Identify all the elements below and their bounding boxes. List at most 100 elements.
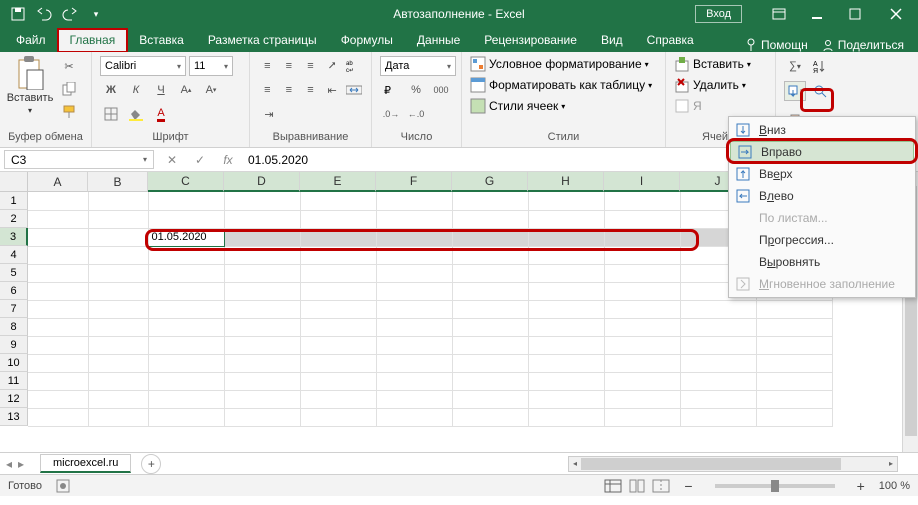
- currency-icon[interactable]: ₽: [380, 80, 402, 100]
- cell[interactable]: [224, 282, 300, 300]
- conditional-format-button[interactable]: Условное форматирование▾: [470, 56, 657, 72]
- tab-formulas[interactable]: Формулы: [329, 29, 405, 52]
- font-size-combo[interactable]: 11▾: [189, 56, 233, 76]
- cell[interactable]: [680, 300, 756, 318]
- cell[interactable]: [88, 282, 148, 300]
- cell[interactable]: [756, 318, 832, 336]
- cell[interactable]: [224, 192, 300, 210]
- cell[interactable]: [28, 264, 88, 282]
- cell[interactable]: [88, 318, 148, 336]
- cell[interactable]: [28, 282, 88, 300]
- save-icon[interactable]: [6, 2, 30, 26]
- format-painter-icon[interactable]: [58, 102, 80, 122]
- name-box[interactable]: C3▾: [4, 150, 154, 169]
- cell[interactable]: [224, 246, 300, 264]
- cell[interactable]: [300, 246, 376, 264]
- row-header[interactable]: 7: [0, 300, 28, 318]
- cell[interactable]: [376, 300, 452, 318]
- redo-icon[interactable]: [58, 2, 82, 26]
- cell[interactable]: [604, 210, 680, 228]
- cell[interactable]: [28, 318, 88, 336]
- row-header[interactable]: 10: [0, 354, 28, 372]
- cell[interactable]: [224, 264, 300, 282]
- cell[interactable]: [88, 354, 148, 372]
- cell[interactable]: [300, 318, 376, 336]
- decrease-decimal-icon[interactable]: ←.0: [405, 104, 427, 124]
- cell[interactable]: [680, 372, 756, 390]
- cell[interactable]: [604, 228, 680, 246]
- cell[interactable]: [148, 246, 224, 264]
- cell[interactable]: [376, 264, 452, 282]
- cell[interactable]: [88, 390, 148, 408]
- sort-filter-icon[interactable]: АЯ: [809, 56, 831, 76]
- row-header[interactable]: 2: [0, 210, 28, 228]
- cell[interactable]: [28, 372, 88, 390]
- cell-styles-button[interactable]: Стили ячеек▾: [470, 98, 657, 114]
- page-layout-view-icon[interactable]: [628, 479, 646, 493]
- bold-button[interactable]: Ж: [100, 80, 122, 100]
- column-header[interactable]: E: [300, 172, 376, 192]
- merge-icon[interactable]: [344, 80, 363, 100]
- format-table-button[interactable]: Форматировать как таблицу▾: [470, 77, 657, 93]
- cell[interactable]: [376, 372, 452, 390]
- cell[interactable]: [88, 228, 148, 246]
- cell[interactable]: [148, 210, 224, 228]
- cell[interactable]: [604, 372, 680, 390]
- cell[interactable]: [28, 390, 88, 408]
- cell[interactable]: [452, 372, 528, 390]
- cell[interactable]: [376, 246, 452, 264]
- row-header[interactable]: 1: [0, 192, 28, 210]
- cell[interactable]: [376, 318, 452, 336]
- row-header[interactable]: 11: [0, 372, 28, 390]
- cell[interactable]: [680, 318, 756, 336]
- cell[interactable]: [452, 282, 528, 300]
- cell[interactable]: [224, 390, 300, 408]
- tab-review[interactable]: Рецензирование: [472, 29, 589, 52]
- cell[interactable]: [528, 246, 604, 264]
- format-cells-button[interactable]: Я: [674, 98, 767, 114]
- borders-icon[interactable]: [100, 104, 122, 124]
- cell[interactable]: [88, 246, 148, 264]
- zoom-slider[interactable]: [715, 484, 835, 488]
- fill-up-item[interactable]: Вверх: [729, 163, 915, 185]
- cell[interactable]: [756, 336, 832, 354]
- cell[interactable]: [756, 354, 832, 372]
- cell[interactable]: [148, 300, 224, 318]
- cell[interactable]: [148, 390, 224, 408]
- cell[interactable]: [452, 246, 528, 264]
- cell[interactable]: [376, 282, 452, 300]
- cell[interactable]: [452, 210, 528, 228]
- qat-customize-icon[interactable]: ▾: [84, 2, 108, 26]
- cell[interactable]: [528, 390, 604, 408]
- cell[interactable]: [88, 210, 148, 228]
- undo-icon[interactable]: [32, 2, 56, 26]
- cell[interactable]: 01.05.2020: [148, 228, 224, 246]
- page-break-view-icon[interactable]: [652, 479, 670, 493]
- cell[interactable]: [148, 318, 224, 336]
- ribbon-display-icon[interactable]: [760, 0, 798, 28]
- cell[interactable]: [604, 264, 680, 282]
- normal-view-icon[interactable]: [604, 479, 622, 493]
- cell[interactable]: [148, 336, 224, 354]
- tab-home[interactable]: Главная: [58, 29, 128, 52]
- cell[interactable]: [148, 192, 224, 210]
- cell[interactable]: [148, 354, 224, 372]
- find-icon[interactable]: [809, 81, 831, 101]
- row-header[interactable]: 5: [0, 264, 28, 282]
- cell[interactable]: [528, 300, 604, 318]
- column-header[interactable]: F: [376, 172, 452, 192]
- cell[interactable]: [88, 336, 148, 354]
- maximize-icon[interactable]: [836, 0, 874, 28]
- number-format-combo[interactable]: Дата▾: [380, 56, 456, 76]
- cell[interactable]: [376, 210, 452, 228]
- cell[interactable]: [300, 264, 376, 282]
- cell[interactable]: [300, 354, 376, 372]
- align-center-icon[interactable]: ≡: [280, 80, 299, 100]
- cell[interactable]: [680, 336, 756, 354]
- cell[interactable]: [452, 264, 528, 282]
- cell[interactable]: [604, 192, 680, 210]
- cell[interactable]: [224, 228, 300, 246]
- cell[interactable]: [376, 408, 452, 426]
- cell[interactable]: [300, 372, 376, 390]
- cell[interactable]: [452, 192, 528, 210]
